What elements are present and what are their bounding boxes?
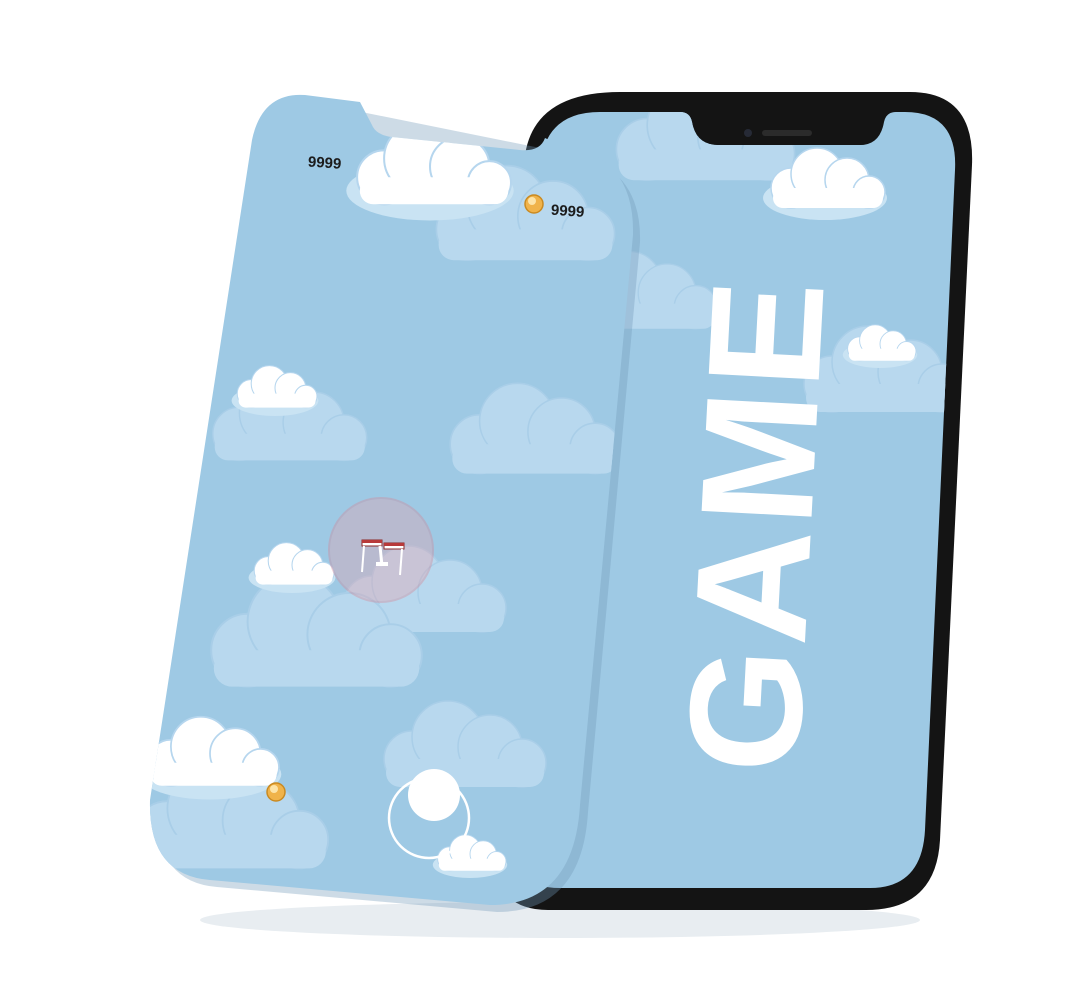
front-camera xyxy=(744,129,752,137)
speaker-grille xyxy=(762,130,812,136)
front-phone-screen: 9999 9999 xyxy=(149,94,641,912)
score-left-text: 9999 xyxy=(307,153,341,172)
joystick-thumb[interactable] xyxy=(408,769,460,821)
score-right-text: 9999 xyxy=(550,202,584,221)
game-promo-scene: GAME 9999 9999 xyxy=(0,0,1087,1000)
coin-pickup-icon xyxy=(266,782,286,802)
back-phone-notch xyxy=(692,112,884,145)
scene-svg: GAME 9999 9999 xyxy=(149,92,973,938)
player-shield-bubble xyxy=(328,497,434,603)
coin-icon xyxy=(524,194,544,214)
game-title-text: GAME xyxy=(653,272,858,777)
